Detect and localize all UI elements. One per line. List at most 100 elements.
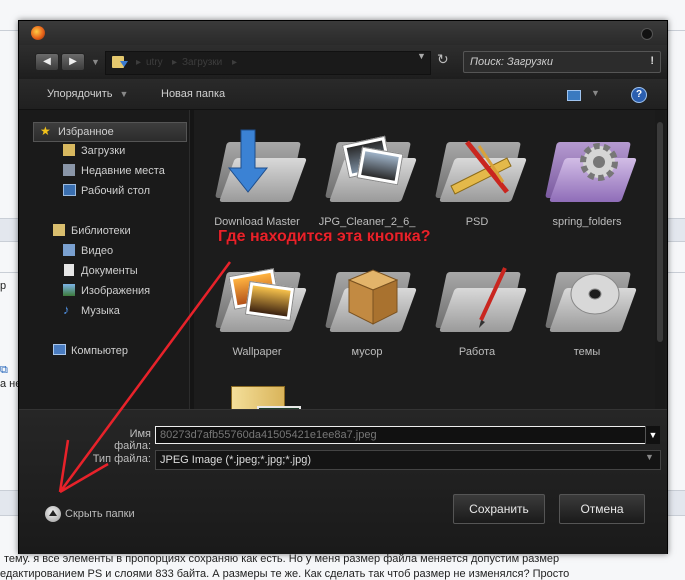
sidebar-item-label: Компьютер bbox=[71, 345, 128, 357]
sidebar-item-video[interactable]: Видео bbox=[19, 242, 187, 260]
filename-field[interactable]: 80273d7afb55760da41505421e1ee8a7.jpeg bbox=[155, 426, 657, 444]
forum-text-fragment: р bbox=[0, 280, 7, 292]
file-item[interactable]: Wallpaper bbox=[207, 250, 308, 368]
search-icon[interactable]: ! bbox=[650, 55, 654, 67]
photo-folder-icon bbox=[325, 128, 418, 212]
sidebar-item-images[interactable]: Изображения bbox=[19, 282, 187, 300]
music-icon: ♪ bbox=[63, 302, 70, 317]
annotation-text: Где находится эта кнопка? bbox=[218, 228, 431, 245]
file-item[interactable]: PSD bbox=[427, 120, 528, 238]
chevron-down-icon[interactable]: ▼ bbox=[645, 452, 654, 462]
file-name: Работа bbox=[458, 346, 496, 358]
sidebar-item-music[interactable]: ♪ Музыка bbox=[19, 302, 187, 320]
sidebar-item-label: Видео bbox=[81, 245, 114, 257]
file-item[interactable]: Download Master bbox=[207, 120, 308, 238]
address-bar: ◀ ▶ ▼ ▸ utry ▸ Загрузки ▸ ▼ ↻ Поиск: Заг… bbox=[19, 45, 667, 79]
firefox-icon bbox=[31, 26, 45, 40]
sidebar-item-label: Избранное bbox=[58, 126, 114, 138]
psd-folder-icon bbox=[435, 128, 528, 212]
file-item[interactable]: spring_folders bbox=[537, 120, 638, 238]
computer-icon bbox=[53, 344, 66, 355]
disc-folder-icon bbox=[545, 258, 638, 342]
file-item[interactable]: JPG_Cleaner_2_6_ bbox=[317, 120, 418, 238]
chevron-down-icon[interactable]: ▼ bbox=[645, 426, 660, 444]
file-item[interactable]: темы bbox=[537, 250, 638, 368]
forward-arrow-icon[interactable]: ▶ bbox=[61, 53, 85, 71]
file-name: Download Master bbox=[214, 216, 300, 228]
libraries-icon bbox=[53, 224, 65, 236]
filetype-select[interactable]: JPEG Image (*.jpeg;*.jpg;*.jpg) bbox=[155, 450, 661, 470]
search-input[interactable]: Поиск: Загрузки ! bbox=[463, 51, 661, 73]
file-name: мусор bbox=[351, 346, 383, 358]
crate-folder-icon bbox=[325, 258, 418, 342]
close-icon[interactable] bbox=[641, 28, 653, 40]
download-master-folder-icon bbox=[215, 128, 308, 212]
file-item[interactable] bbox=[207, 372, 307, 409]
search-placeholder: Поиск: Загрузки bbox=[470, 56, 553, 68]
sidebar-item-label: Недавние места bbox=[81, 165, 165, 177]
file-list: Download Master JPG_Cleaner_2_6_ PSD spr… bbox=[195, 110, 655, 409]
chevron-down-icon: ▼ bbox=[119, 89, 129, 99]
file-name: JPG_Cleaner_2_6_ bbox=[318, 216, 416, 228]
file-item[interactable]: мусор bbox=[317, 250, 418, 368]
file-item[interactable]: Работа bbox=[427, 250, 528, 368]
filetype-label: Тип файла: bbox=[92, 453, 151, 465]
desktop-icon bbox=[63, 184, 76, 196]
sidebar-item-label: Изображения bbox=[81, 285, 151, 297]
command-toolbar: Упорядочить ▼ Новая папка ▼ ? bbox=[19, 79, 667, 110]
help-icon[interactable]: ? bbox=[631, 87, 647, 103]
work-folder-icon bbox=[435, 258, 528, 342]
breadcrumb-item[interactable]: Загрузки bbox=[182, 57, 222, 68]
filename-label: Имя файла: bbox=[114, 428, 151, 452]
hide-folders-icon[interactable] bbox=[45, 506, 61, 522]
view-mode-icon[interactable] bbox=[567, 90, 581, 101]
external-link-icon[interactable]: ⧉ bbox=[0, 364, 8, 377]
sidebar-item-documents[interactable]: Документы bbox=[19, 262, 187, 280]
sidebar-item-favorites[interactable]: ★ Избранное bbox=[33, 122, 187, 142]
sidebar-item-libraries[interactable]: Библиотеки bbox=[19, 222, 187, 240]
breadcrumb-item[interactable]: utry bbox=[146, 57, 163, 68]
star-icon: ★ bbox=[40, 124, 51, 138]
cancel-button[interactable]: Отмена bbox=[559, 494, 645, 524]
file-name: темы bbox=[573, 346, 601, 358]
back-arrow-icon[interactable]: ◀ bbox=[35, 53, 59, 71]
save-file-dialog: ◀ ▶ ▼ ▸ utry ▸ Загрузки ▸ ▼ ↻ Поиск: Заг… bbox=[18, 20, 668, 554]
sidebar-item-downloads[interactable]: Загрузки bbox=[19, 142, 187, 160]
forum-post-text: едактированием PS и слоями 833 байта. А … bbox=[0, 568, 570, 580]
sidebar-item-label: Документы bbox=[81, 265, 138, 277]
recent-pages-chevron-icon[interactable]: ▼ bbox=[91, 57, 100, 67]
new-folder-button[interactable]: Новая папка bbox=[161, 88, 225, 100]
hide-folders-button[interactable]: Скрыть папки bbox=[65, 508, 135, 520]
chevron-down-icon[interactable]: ▼ bbox=[417, 51, 426, 61]
downloads-folder-icon bbox=[63, 144, 75, 156]
organize-button[interactable]: Упорядочить ▼ bbox=[47, 88, 128, 100]
gear-folder-icon bbox=[545, 128, 638, 212]
sidebar-item-recent[interactable]: Недавние места bbox=[19, 162, 187, 180]
file-name: PSD bbox=[465, 216, 489, 228]
navigation-pane: ★ Избранное Загрузки Недавние места Рабо… bbox=[19, 110, 190, 409]
pane-splitter[interactable] bbox=[190, 110, 194, 409]
video-icon bbox=[63, 244, 75, 256]
scrollbar[interactable] bbox=[655, 110, 665, 409]
sidebar-item-desktop[interactable]: Рабочий стол bbox=[19, 182, 187, 200]
organize-label: Упорядочить bbox=[47, 88, 113, 100]
chevron-down-icon[interactable]: ▼ bbox=[591, 88, 600, 98]
sidebar-item-label: Загрузки bbox=[81, 145, 126, 157]
file-name: Wallpaper bbox=[232, 346, 282, 358]
yellow-folder-icon bbox=[217, 380, 301, 409]
download-arrow-icon bbox=[120, 61, 128, 67]
images-icon bbox=[63, 284, 75, 296]
crumb-separator-icon: ▸ bbox=[172, 57, 178, 68]
sidebar-item-computer[interactable]: Компьютер bbox=[19, 342, 187, 360]
save-button[interactable]: Сохранить bbox=[453, 494, 545, 524]
sidebar-item-label: Рабочий стол bbox=[81, 185, 151, 197]
sidebar-item-label: Библиотеки bbox=[71, 225, 131, 237]
breadcrumb[interactable]: ▸ utry ▸ Загрузки ▸ bbox=[105, 51, 431, 75]
save-options-panel: Имя файла: 80273d7afb55760da41505421e1ee… bbox=[19, 409, 667, 554]
sidebar-item-label: Музыка bbox=[81, 305, 120, 317]
forum-post-text: тему. я все элементы в пропорциях сохран… bbox=[4, 553, 560, 565]
dialog-titlebar bbox=[19, 21, 667, 45]
refresh-icon[interactable]: ↻ bbox=[437, 51, 449, 68]
crumb-separator-icon: ▸ bbox=[232, 57, 238, 68]
scrollbar-thumb[interactable] bbox=[657, 122, 663, 342]
